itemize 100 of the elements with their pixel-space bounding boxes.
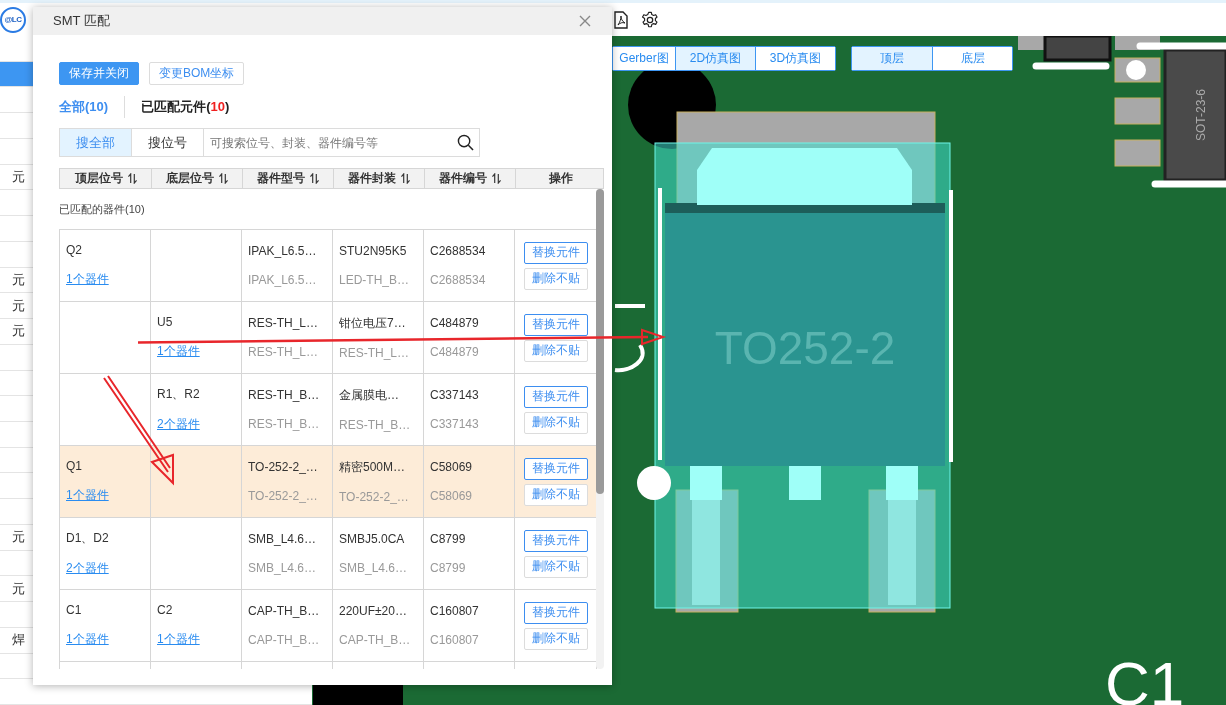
table-cell-text: C2688534	[430, 273, 487, 288]
table-cell-text: 精密500M…	[339, 459, 407, 476]
table-cell-text: D1、D2	[66, 530, 110, 548]
view-tab[interactable]: 3D仿真图	[755, 47, 835, 70]
table-cell-text: CAP-TH_B…	[339, 633, 412, 648]
panel-label: 元	[12, 322, 25, 341]
layer-tab[interactable]: 顶层	[852, 47, 932, 70]
remove-button[interactable]: 删除不贴	[523, 339, 588, 362]
column-label: 器件型号	[257, 170, 305, 187]
group-label: 已匹配的器件(10)	[59, 201, 146, 217]
count-link[interactable]: 1个器件	[66, 487, 109, 504]
table-cell-text: TO-252-2_…	[339, 490, 410, 504]
count-link[interactable]: 1个器件	[66, 271, 109, 288]
search-icon[interactable]	[457, 134, 474, 151]
count-link[interactable]: 2个器件	[157, 415, 200, 433]
table-cell-text: CAP-TH_B…	[248, 633, 321, 648]
count-link[interactable]: 1个器件	[157, 631, 200, 648]
table-cell-text: SMB_L4.6…	[248, 561, 318, 576]
close-icon[interactable]	[579, 15, 591, 27]
layer-tab[interactable]: 底层	[932, 47, 1012, 70]
table-cell-text: RES-TH_B…	[248, 387, 321, 402]
replace-button[interactable]: 替换元件	[523, 457, 588, 480]
search-mode-tab[interactable]: 搜位号	[131, 128, 203, 157]
column-label: 操作	[548, 170, 573, 187]
table-row[interactable]: D1、D2 2个器件 SMB_L4.6… SMB_L4.6… SMBJ5.0CA SMB_L4.6… C8799 C8799 替换元件 删除不贴	[59, 517, 596, 589]
table-cell-text: RES-TH_B…	[248, 417, 321, 432]
table-cell-text: 金属膜电…	[339, 387, 400, 404]
count-link[interactable]: 1个器件	[157, 343, 200, 360]
replace-button[interactable]: 替换元件	[523, 241, 588, 264]
view-tab[interactable]: 2D仿真图	[675, 47, 755, 70]
replace-button[interactable]: 替换元件	[523, 601, 588, 624]
panel-label: 元	[12, 528, 25, 547]
panel-label: 元	[12, 168, 25, 187]
dialog-button[interactable]: 变更BOM坐标	[149, 62, 245, 85]
table-cell-text: SMBJ5.0CA	[339, 531, 406, 546]
column-label: 器件封装	[348, 170, 396, 187]
column-label: 器件编号	[439, 170, 487, 187]
remove-button[interactable]: 删除不贴	[523, 627, 588, 650]
filter-tab[interactable]: 已匹配元件(10)	[141, 98, 230, 116]
sort-icon[interactable]	[310, 173, 319, 184]
column-header[interactable]: 器件型号	[242, 169, 333, 188]
remove-button[interactable]: 删除不贴	[523, 411, 588, 434]
table-cell-text: LED-TH_B…	[339, 273, 410, 288]
pdf-icon[interactable]	[613, 10, 629, 29]
sort-icon[interactable]	[492, 173, 501, 184]
table-cell-text: SMB_L4.6…	[248, 531, 318, 546]
table-cell-text: R1、R2	[157, 386, 201, 404]
table-row[interactable]: C1 1个器件 C2 1个器件 CAP-TH_B… CAP-TH_B… 220UF±20… CAP-TH_B… C160807 C160807 替换元件 删除不贴	[59, 589, 596, 661]
scrollbar[interactable]	[596, 189, 604, 669]
column-header[interactable]: 顶层位号	[60, 169, 151, 188]
column-header[interactable]: 底层位号	[151, 169, 242, 188]
panel-label: 元	[12, 579, 25, 598]
panel-label: 元	[12, 270, 25, 289]
sort-icon[interactable]	[127, 173, 137, 184]
column-label: 底层位号	[166, 170, 214, 187]
dialog-button[interactable]: 保存并关闭	[59, 62, 139, 85]
table-cell-text: C160807	[430, 603, 480, 618]
table-cell-text: 钳位电压7…	[339, 315, 407, 332]
panel-label: 元	[12, 296, 25, 315]
table-row[interactable]: Q2 1个器件 IPAK_L6.5… IPAK_L6.5… STU2N95K5 LED-TH_B… C2688534 C2688534 替换元件 删除不贴	[59, 229, 596, 301]
table-cell-text: U5	[157, 315, 174, 329]
replace-button[interactable]: 替换元件	[523, 529, 588, 552]
column-header[interactable]: 器件封装	[333, 169, 424, 188]
table-cell-text: 220UF±20…	[339, 603, 408, 618]
table-cell-text: C2	[157, 603, 174, 617]
table-cell-text: C8799	[430, 561, 467, 576]
dialog-title: SMT 匹配	[53, 12, 110, 30]
table-cell-text: C337143	[430, 417, 480, 432]
table-cell-text: RES-TH_L…	[339, 346, 410, 360]
table-cell-text: C58069	[430, 489, 474, 504]
remove-button[interactable]: 删除不贴	[523, 483, 588, 506]
search-field[interactable]: 可搜索位号、封装、器件编号等	[203, 128, 480, 157]
table-row[interactable]: U5 1个器件 RES-TH_L… RES-TH_L… 钳位电压7… RES-TH_L… C484879 C484879 替换元件 删除不贴	[59, 301, 596, 373]
replace-button[interactable]: 替换元件	[523, 385, 588, 408]
column-header[interactable]: 器件编号	[424, 169, 515, 188]
column-label: 顶层位号	[74, 170, 123, 187]
settings-icon[interactable]	[641, 10, 659, 29]
count-link[interactable]: 1个器件	[66, 631, 109, 648]
table-cell-text: TO-252-2_…	[248, 459, 319, 474]
sort-icon[interactable]	[401, 173, 410, 184]
table-cell-text: Q1	[66, 459, 83, 473]
count-link[interactable]: 2个器件	[66, 559, 109, 577]
table-cell-text: C337143	[430, 387, 480, 402]
column-header[interactable]: 操作	[515, 169, 605, 188]
table-cell-text: C484879	[430, 315, 480, 330]
remove-button[interactable]: 删除不贴	[523, 267, 588, 290]
table-cell-text: C484879	[430, 345, 480, 360]
table-cell-text: C58069	[430, 459, 474, 474]
table-row[interactable]: Q1 1个器件 TO-252-2_… TO-252-2_… 精密500M… TO-252-2_… C58069 C58069 替换元件 删除不贴	[59, 445, 596, 517]
table-cell-text: C1	[66, 603, 83, 617]
remove-button[interactable]: 删除不贴	[523, 555, 588, 578]
table-cell-text: RES-TH_L…	[248, 315, 319, 330]
table-cell-text: IPAK_L6.5…	[248, 273, 318, 288]
sort-icon[interactable]	[219, 173, 228, 184]
table-cell-text: C8799	[430, 531, 467, 546]
table-cell-text: C160807	[430, 633, 480, 648]
search-mode-tab[interactable]: 搜全部	[59, 128, 131, 157]
table-cell-text: CAP-TH_B…	[248, 603, 321, 618]
replace-button[interactable]: 替换元件	[523, 313, 588, 336]
filter-tab[interactable]: 全部(10)	[59, 98, 109, 116]
